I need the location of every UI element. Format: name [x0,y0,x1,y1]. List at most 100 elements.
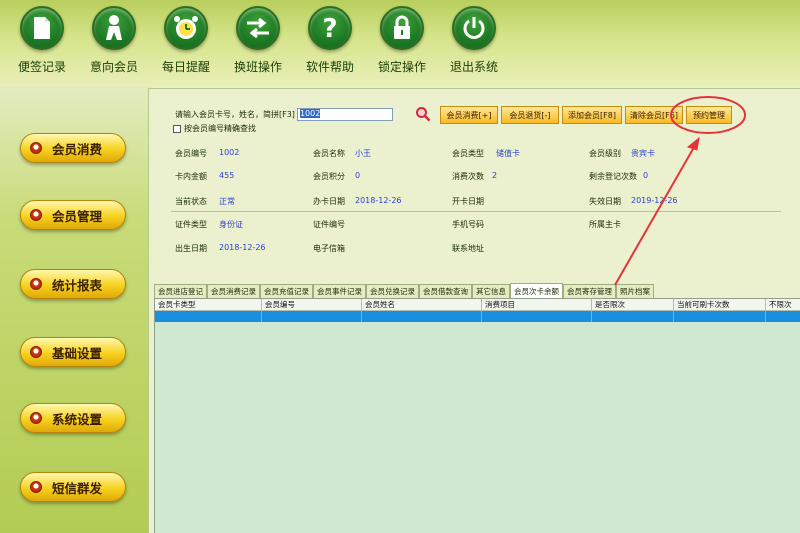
member-icon [106,15,122,40]
sidebar-item-member-consume[interactable]: 会员消费 [20,133,126,163]
bullet-icon [30,278,42,290]
sidebar-item-label: 短信群发 [52,480,103,496]
tab-deposit-manage[interactable]: 会员寄存管理 [563,284,616,298]
tab-event-records[interactable]: 会员事件记录 [313,284,366,298]
shift-swap-icon [247,17,269,39]
column-header[interactable]: 是否限次 [592,299,674,310]
issue-date-value: 2018-12-26 [355,196,402,205]
exact-search-option[interactable]: 按会员编号精确查找 [173,123,256,134]
svg-text:?: ? [322,14,337,42]
tab-consume-records[interactable]: 会员消费记录 [207,284,260,298]
tab-strip: 会员进店登记 会员消费记录 会员充值记录 会员事件记录 会员兑换记录 会员借款查… [154,283,654,298]
info-label: 会员积分 [313,172,345,181]
search-input-value: 1002 [299,108,321,118]
search-row: 请输入会员卡号，姓名，简拼[F3] 1002 [175,106,393,122]
member-type-value: 储值卡 [496,149,520,158]
toolbar-lock-button[interactable]: 锁定操作 [367,6,437,80]
records-table[interactable]: 会员卡类型 会员编号 会员姓名 消费项目 是否限次 当前可刷卡次数 不限次 [154,298,800,533]
reservation-button[interactable]: 预约管理 [686,106,732,124]
bullet-icon [30,481,42,493]
add-member-button[interactable]: 添加会员[F8] [562,106,622,124]
sidebar-item-sms[interactable]: 短信群发 [20,472,126,502]
left-sidebar: 会员消费 会员管理 统计报表 基础设置 系统设置 短信群发 [0,86,152,533]
consume-count-value: 2 [492,171,498,180]
info-label: 会员编号 [175,149,207,158]
toolbar-intent-member-button[interactable]: 意向会员 [79,6,149,80]
exact-search-checkbox[interactable] [173,124,181,133]
toolbar-label: 换班操作 [233,60,282,74]
sidebar-item-label: 会员管理 [52,208,103,224]
remaining-count-value: 0 [643,171,649,180]
bullet-icon [30,412,42,424]
toolbar-label: 软件帮助 [305,60,354,74]
consume-button[interactable]: 会员消费[+] [440,106,498,124]
toolbar-help-button[interactable]: ? 软件帮助 [295,6,365,80]
toolbar-daily-reminder-button[interactable]: 每日提醒 [151,6,221,80]
tab-other-info[interactable]: 其它信息 [472,284,510,298]
sidebar-item-reports[interactable]: 统计报表 [20,269,126,299]
info-label: 出生日期 [175,244,207,253]
member-points-value: 0 [355,171,361,180]
note-icon [34,17,50,39]
info-label: 联系地址 [452,244,484,253]
column-header[interactable]: 消费项目 [482,299,592,310]
sidebar-item-label: 系统设置 [52,411,103,427]
column-header[interactable]: 会员编号 [262,299,362,310]
info-label: 卡内金额 [175,172,207,181]
info-label: 会员名称 [313,149,345,158]
search-input[interactable]: 1002 [296,107,393,121]
info-label: 证件类型 [175,220,207,229]
tab-loan-query[interactable]: 会员借款查询 [419,284,472,298]
toolbar-exit-button[interactable]: 退出系统 [439,6,509,80]
exact-search-label: 按会员编号精确查找 [184,124,256,133]
power-icon [463,17,485,39]
bullet-icon [30,209,42,221]
return-button[interactable]: 会员退货[-] [501,106,559,124]
expire-date-value: 2019-12-26 [631,196,678,205]
member-level-value: 贵宾卡 [631,149,655,158]
column-header[interactable]: 当前可刷卡次数 [674,299,766,310]
toolbar-note-button[interactable]: 便签记录 [7,6,77,80]
table-row[interactable] [155,311,800,322]
column-header[interactable]: 会员卡类型 [155,299,262,310]
tab-store-visit[interactable]: 会员进店登记 [154,284,207,298]
member-name-value: 小王 [355,149,371,158]
info-label: 手机号码 [452,220,484,229]
id-type-value: 身份证 [219,220,243,229]
clear-member-button[interactable]: 清除会员[F6] [625,106,683,124]
toolbar-label: 每日提醒 [161,60,210,74]
top-toolbar: 便签记录 意向会员 每日提醒 换班操作 ? 软件帮助 锁定操作 退出系统 [0,0,800,86]
divider [171,211,781,212]
tab-exchange-records[interactable]: 会员兑换记录 [366,284,419,298]
member-id-value: 1002 [219,148,240,157]
tab-recharge-records[interactable]: 会员充值记录 [260,284,313,298]
search-label: 请输入会员卡号，姓名，简拼[F3] [175,109,295,119]
sidebar-item-label: 基础设置 [52,345,103,361]
toolbar-shift-button[interactable]: 换班操作 [223,6,293,80]
toolbar-label: 便签记录 [17,60,66,74]
info-label: 会员级别 [589,149,621,158]
sidebar-item-label: 会员消费 [52,141,103,157]
info-label: 证件编号 [313,220,345,229]
status-value: 正常 [219,197,235,206]
toolbar-label: 锁定操作 [377,60,426,74]
toolbar-label: 退出系统 [449,60,498,74]
info-label: 电子信箱 [313,244,345,253]
column-header[interactable]: 不限次 [766,299,800,310]
info-label: 开卡日期 [452,197,484,206]
card-balance-value: 455 [219,171,235,180]
tab-punch-card-balance[interactable]: 会员次卡余额 [510,283,563,298]
info-label: 剩余登记次数 [589,172,637,181]
main-panel: 请输入会员卡号，姓名，简拼[F3] 1002 按会员编号精确查找 会员消费[+]… [148,88,800,533]
info-label: 会员类型 [452,149,484,158]
sidebar-item-basic-settings[interactable]: 基础设置 [20,337,126,367]
tab-photo-archive[interactable]: 照片档案 [616,284,654,298]
info-label: 失效日期 [589,197,621,206]
sidebar-item-member-manage[interactable]: 会员管理 [20,200,126,230]
alarm-clock-icon [174,16,198,39]
search-icon[interactable] [415,106,431,122]
table-header: 会员卡类型 会员编号 会员姓名 消费项目 是否限次 当前可刷卡次数 不限次 [155,299,800,311]
sidebar-item-system-settings[interactable]: 系统设置 [20,403,126,433]
lock-icon [394,15,410,39]
column-header[interactable]: 会员姓名 [362,299,482,310]
